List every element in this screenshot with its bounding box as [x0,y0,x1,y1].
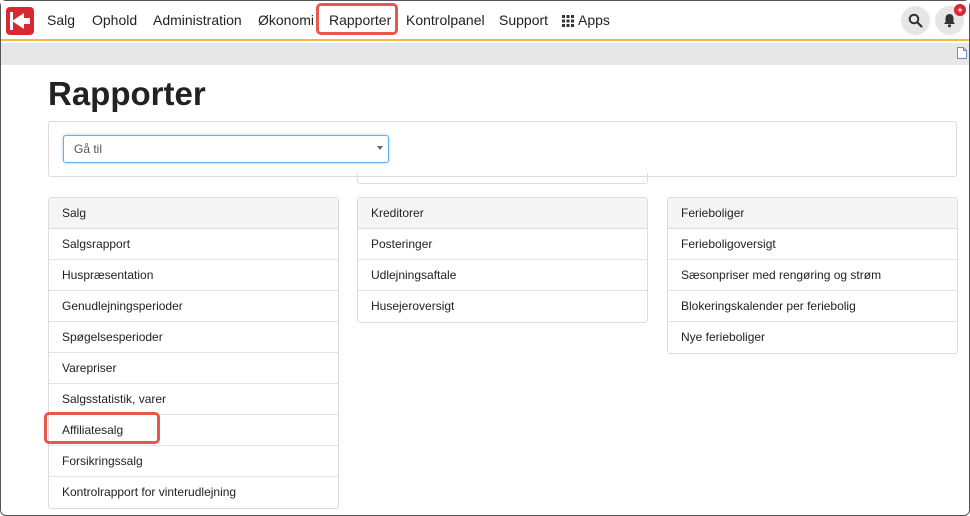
caret-down-icon [377,146,383,150]
nav-salg[interactable]: Salg [47,1,75,39]
report-link[interactable]: Posteringer [358,229,647,260]
page-title: Rapporter [48,75,206,112]
nav-rapporter[interactable]: Rapporter [329,1,391,39]
nav-apps[interactable]: Apps [562,1,610,39]
nav-ophold[interactable]: Ophold [92,1,137,39]
sub-header-band [1,43,969,65]
panel-kreditorer: Kreditorer Posteringer Udlejningsaftale … [357,197,648,323]
panel-salg: Salg Salgsrapport Huspræsentation Genudl… [48,197,339,509]
report-link[interactable]: Salgsstatistik, varer [49,384,338,415]
nav-apps-label: Apps [578,12,610,28]
search-button[interactable] [901,6,930,35]
grid-icon [562,15,574,28]
goto-placeholder: Gå til [74,142,103,156]
panel-heading: Kreditorer [358,198,647,229]
nav-kontrolpanel[interactable]: Kontrolpanel [406,1,485,39]
report-link[interactable]: Spøgelsesperioder [49,322,338,353]
report-link[interactable]: Nye ferieboliger [668,322,957,353]
notifications-button[interactable]: + [935,4,966,35]
notification-badge: + [954,4,966,16]
report-link[interactable]: Salgsrapport [49,229,338,260]
bell-icon [944,14,955,28]
panel-heading: Ferieboliger [668,198,957,229]
panel-heading: Salg [49,198,338,229]
nav-okonomi[interactable]: Økonomi [258,1,314,39]
report-link[interactable]: Kontrolrapport for vinterudlejning [49,477,338,508]
report-link[interactable]: Sæsonpriser med rengøring og strøm [668,260,957,291]
top-navbar: Salg Ophold Administration Økonomi Rappo… [1,1,969,41]
goto-panel: Gå til [48,121,957,177]
nav-administration[interactable]: Administration [153,1,242,39]
report-link[interactable]: Blokeringskalender per feriebolig [668,291,957,322]
report-link[interactable]: Huspræsentation [49,260,338,291]
panel-ferieboliger: Ferieboliger Ferieboligoversigt Sæsonpri… [667,197,958,354]
logo-arrow-icon [10,12,30,30]
goto-select[interactable]: Gå til [63,135,389,163]
document-icon[interactable] [957,47,967,59]
nav-support[interactable]: Support [499,1,548,39]
report-link[interactable]: Forsikringssalg [49,446,338,477]
report-link[interactable]: Udlejningsaftale [358,260,647,291]
report-link[interactable]: Ferieboligoversigt [668,229,957,260]
report-link[interactable]: Varepriser [49,353,338,384]
report-link[interactable]: Husejeroversigt [358,291,647,322]
report-link[interactable]: Genudlejningsperioder [49,291,338,322]
affiliatesalg-highlight [44,412,160,444]
empty-panel-stub [357,173,648,184]
app-logo[interactable] [6,7,34,35]
search-icon [908,13,923,28]
